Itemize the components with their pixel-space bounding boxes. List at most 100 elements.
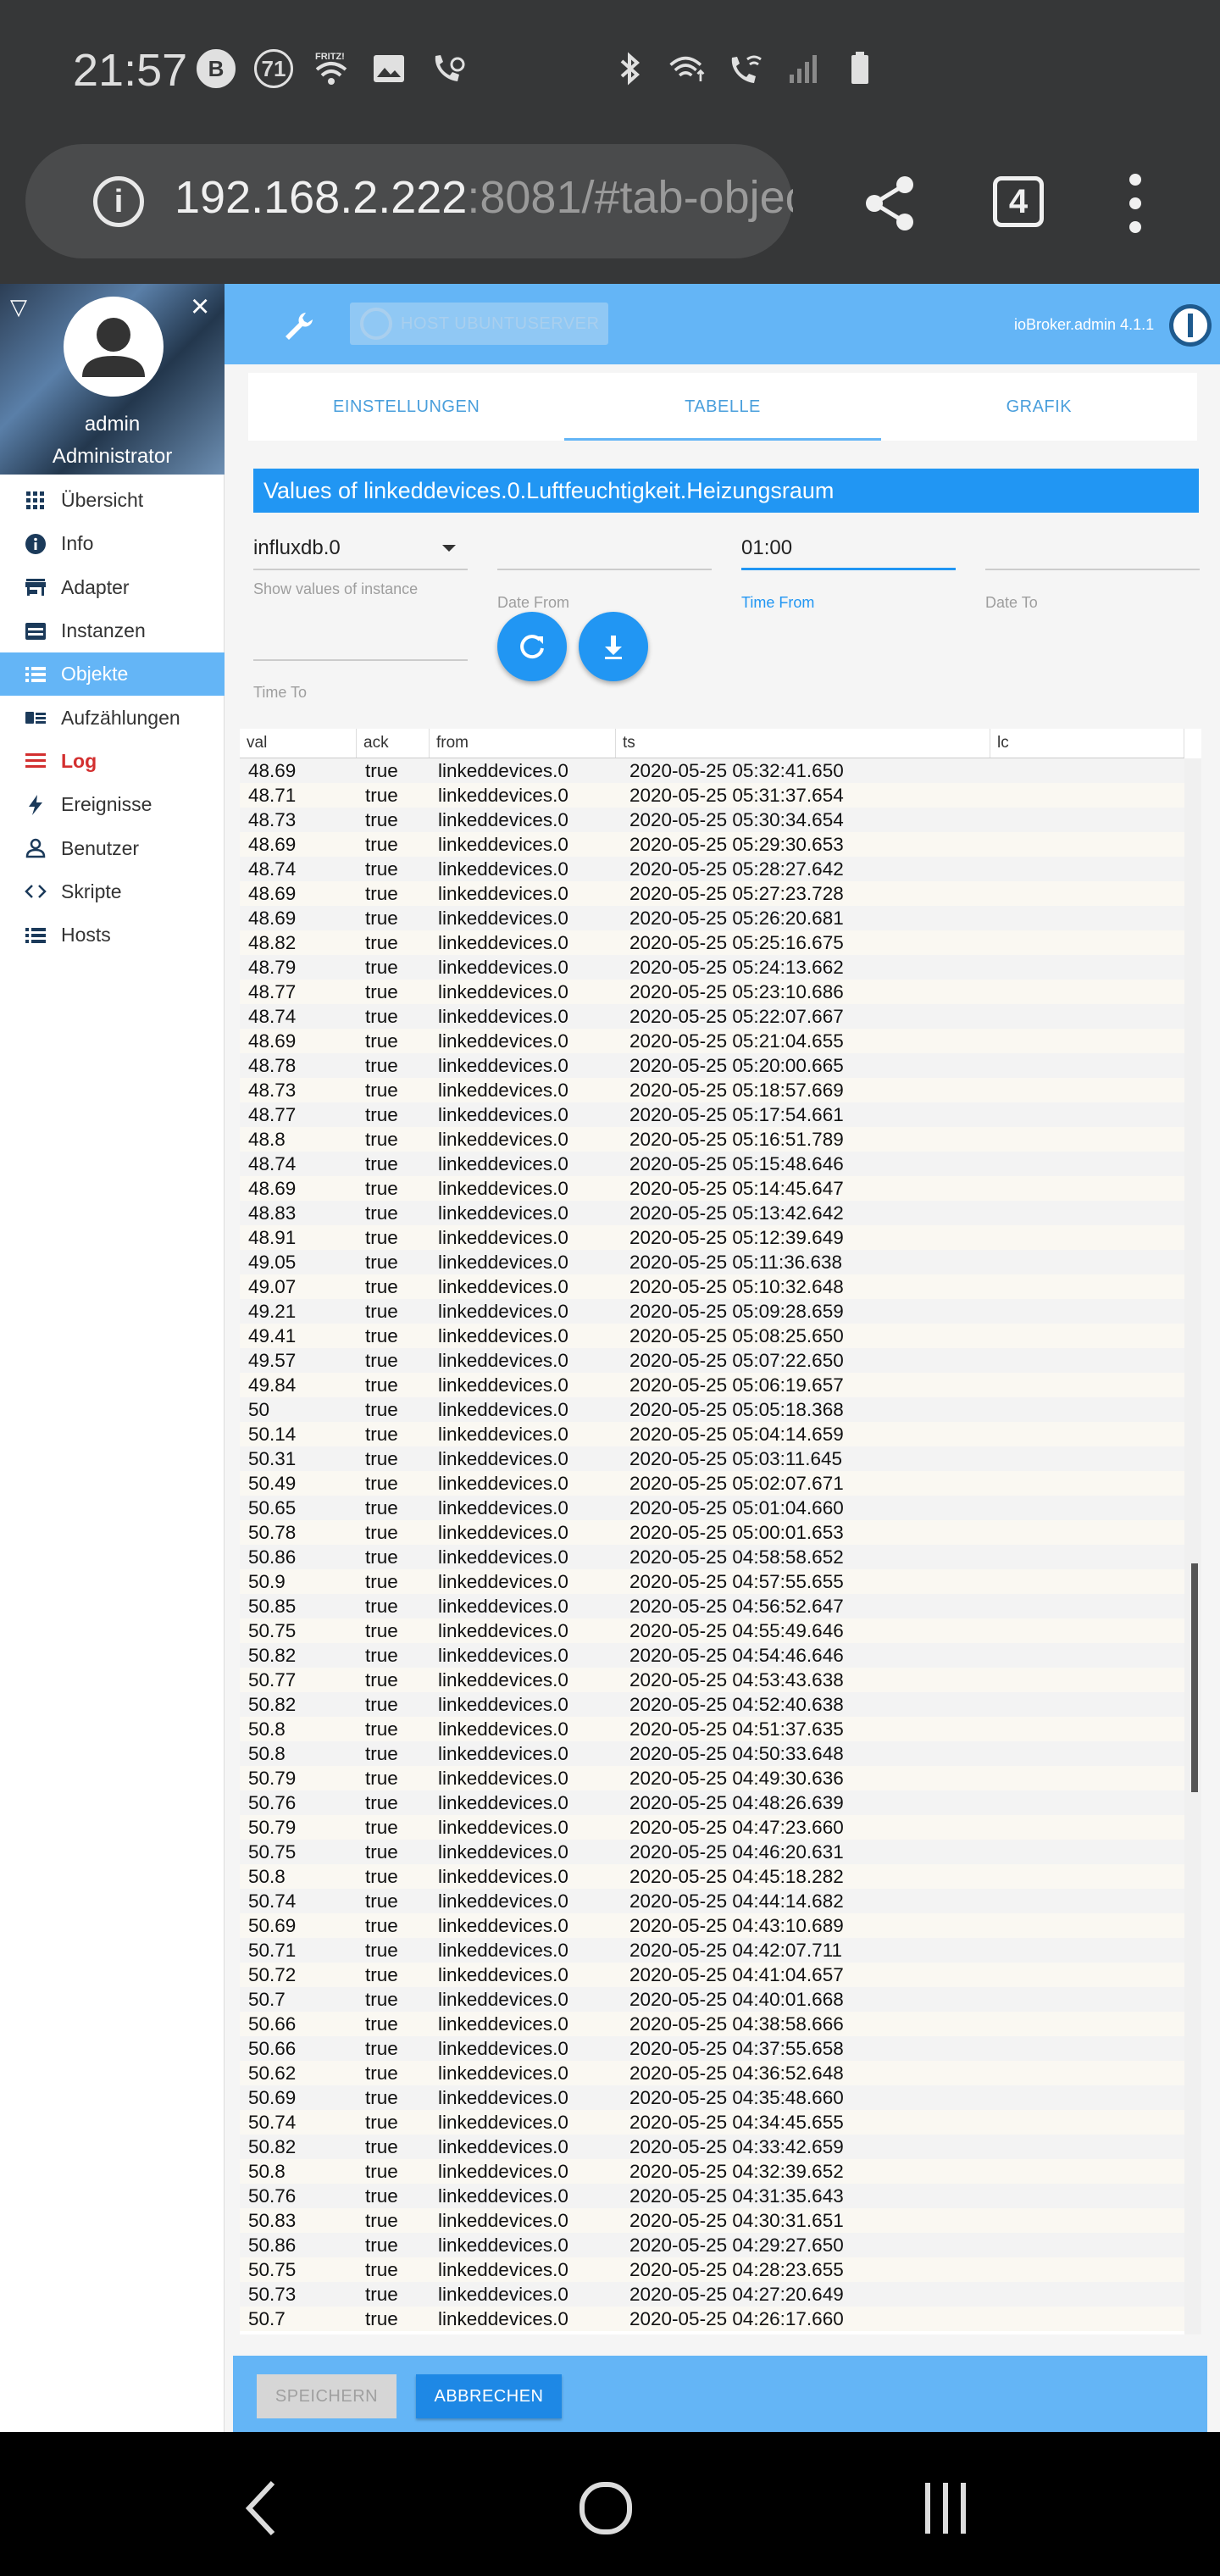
table-row[interactable]: 48.69 true linkeddevices.0 2020-05-25 05:32… [240,758,1184,783]
table-row[interactable]: 48.69 true linkeddevices.0 2020-05-25 05:26… [240,906,1184,930]
tab-grafik[interactable]: GRAFIK [881,373,1197,441]
tab-switcher-button[interactable]: 4 [993,176,1044,227]
url-text[interactable]: 192.168.2.222:8081/#tab-objects [175,171,793,224]
table-row[interactable]: 50.83 true linkeddevices.0 2020-05-25 04:30… [240,2208,1184,2233]
close-icon[interactable]: × [191,289,209,325]
table-row[interactable]: 49.07 true linkeddevices.0 2020-05-25 05:10… [240,1274,1184,1299]
table-row[interactable]: 48.69 true linkeddevices.0 2020-05-25 05:14… [240,1176,1184,1201]
table-row[interactable]: 48.73 true linkeddevices.0 2020-05-25 05:30… [240,808,1184,832]
sidebar-item-aufzaehlungen[interactable]: Aufzählungen [0,696,225,739]
table-row[interactable]: 50.79 true linkeddevices.0 2020-05-25 04:47… [240,1815,1184,1840]
table-row[interactable]: 50.74 true linkeddevices.0 2020-05-25 04:34… [240,2110,1184,2135]
date-from-input[interactable] [497,536,712,570]
sidebar-item-benutzer[interactable]: Benutzer [0,826,225,869]
table-row[interactable]: 48.83 true linkeddevices.0 2020-05-25 05:13… [240,1201,1184,1225]
table-row[interactable]: 49.21 true linkeddevices.0 2020-05-25 05:09… [240,1299,1184,1324]
table-row[interactable]: 50.82 true linkeddevices.0 2020-05-25 04:52… [240,1692,1184,1717]
table-row[interactable]: 48.77 true linkeddevices.0 2020-05-25 05:17… [240,1102,1184,1127]
address-bar[interactable]: i 192.168.2.222:8081/#tab-objects [25,144,793,258]
table-row[interactable]: 50.78 true linkeddevices.0 2020-05-25 05:00… [240,1520,1184,1545]
table-row[interactable]: 50.8 true linkeddevices.0 2020-05-25 04:50:… [240,1741,1184,1766]
column-header-ack[interactable]: ack [357,729,430,758]
table-row[interactable]: 50.7 true linkeddevices.0 2020-05-25 04:40:… [240,1987,1184,2012]
table-row[interactable]: 50.82 true linkeddevices.0 2020-05-25 04:33… [240,2135,1184,2159]
table-row[interactable]: 49.05 true linkeddevices.0 2020-05-25 05:11… [240,1250,1184,1274]
browser-menu-icon[interactable] [1127,174,1144,233]
avatar[interactable] [64,297,164,397]
iobroker-logo-icon[interactable] [1169,304,1212,347]
table-row[interactable]: 50.7 true linkeddevices.0 2020-05-25 04:26:… [240,2307,1184,2331]
table-row[interactable]: 50.31 true linkeddevices.0 2020-05-25 05:03… [240,1446,1184,1471]
table-row[interactable]: 50.65 true linkeddevices.0 2020-05-25 05:01… [240,1496,1184,1520]
table-row[interactable]: 50 true linkeddevices.0 2020-05-25 05:05:18… [240,1397,1184,1422]
table-row[interactable]: 48.79 true linkeddevices.0 2020-05-25 05:24… [240,955,1184,980]
recents-icon[interactable] [922,2481,969,2535]
sidebar-item-skripte[interactable]: Skripte [0,870,225,913]
scrollbar-thumb[interactable] [1191,1563,1198,1792]
sidebar-item-log[interactable]: Log [0,740,225,783]
table-row[interactable]: 50.69 true linkeddevices.0 2020-05-25 04:35… [240,2085,1184,2110]
table-row[interactable]: 50.76 true linkeddevices.0 2020-05-25 04:48… [240,1790,1184,1815]
download-button[interactable] [579,612,648,681]
table-row[interactable]: 50.9 true linkeddevices.0 2020-05-25 04:57:… [240,1569,1184,1594]
table-row[interactable]: 50.71 true linkeddevices.0 2020-05-25 04:42… [240,1938,1184,1963]
column-header-lc[interactable]: lc [990,729,1184,758]
table-row[interactable]: 49.84 true linkeddevices.0 2020-05-25 05:06… [240,1373,1184,1397]
table-row[interactable]: 48.74 true linkeddevices.0 2020-05-25 05:15… [240,1152,1184,1176]
table-row[interactable]: 48.74 true linkeddevices.0 2020-05-25 05:22… [240,1004,1184,1029]
host-selector-button[interactable]: HOST UBUNTUSERVER [350,303,608,345]
table-row[interactable]: 50.8 true linkeddevices.0 2020-05-25 04:32:… [240,2159,1184,2184]
table-row[interactable]: 48.73 true linkeddevices.0 2020-05-25 05:18… [240,1078,1184,1102]
back-icon[interactable] [239,2479,281,2538]
table-row[interactable]: 48.69 true linkeddevices.0 2020-05-25 05:27… [240,881,1184,906]
column-header-ts[interactable]: ts [616,729,990,758]
date-to-input[interactable] [985,536,1200,570]
table-row[interactable]: 48.91 true linkeddevices.0 2020-05-25 05:12… [240,1225,1184,1250]
table-row[interactable]: 50.86 true linkeddevices.0 2020-05-25 04:29… [240,2233,1184,2257]
instance-select[interactable]: influxdb.0 [253,536,468,570]
table-row[interactable]: 50.8 true linkeddevices.0 2020-05-25 04:45:… [240,1864,1184,1889]
table-row[interactable]: 50.79 true linkeddevices.0 2020-05-25 04:49… [240,1766,1184,1790]
table-row[interactable]: 50.86 true linkeddevices.0 2020-05-25 04:58… [240,1545,1184,1569]
time-from-input[interactable]: 01:00 [741,536,956,570]
table-row[interactable]: 49.57 true linkeddevices.0 2020-05-25 05:07… [240,1348,1184,1373]
table-row[interactable]: 48.8 true linkeddevices.0 2020-05-25 05:16:… [240,1127,1184,1152]
save-button[interactable]: SPEICHERN [257,2374,396,2418]
cancel-button[interactable]: ABBRECHEN [416,2374,562,2418]
share-icon[interactable] [856,169,923,237]
table-row[interactable]: 49.41 true linkeddevices.0 2020-05-25 05:08… [240,1324,1184,1348]
sidebar-item-adapter[interactable]: Adapter [0,566,225,609]
table-scrollbar[interactable] [1184,758,1201,2334]
table-row[interactable]: 50.49 true linkeddevices.0 2020-05-25 05:02… [240,1471,1184,1496]
table-row[interactable]: 48.82 true linkeddevices.0 2020-05-25 05:25… [240,930,1184,955]
tab-einstellungen[interactable]: EINSTELLUNGEN [248,373,564,441]
table-row[interactable]: 48.69 true linkeddevices.0 2020-05-25 05:29… [240,832,1184,857]
collapse-triangle-icon[interactable]: ▽ [10,294,27,320]
column-header-val[interactable]: val [240,729,357,758]
wrench-icon[interactable] [282,309,316,343]
table-row[interactable]: 50.76 true linkeddevices.0 2020-05-25 04:31… [240,2184,1184,2208]
tab-tabelle[interactable]: TABELLE [564,373,881,441]
home-icon[interactable] [576,2479,635,2538]
table-row[interactable]: 50.8 true linkeddevices.0 2020-05-25 04:51:… [240,1717,1184,1741]
site-info-icon[interactable]: i [93,176,144,227]
table-row[interactable]: 50.75 true linkeddevices.0 2020-05-25 04:55… [240,1618,1184,1643]
refresh-button[interactable] [497,612,567,681]
table-row[interactable]: 50.85 true linkeddevices.0 2020-05-25 04:56… [240,1594,1184,1618]
table-row[interactable]: 48.71 true linkeddevices.0 2020-05-25 05:31… [240,783,1184,808]
table-row[interactable]: 50.73 true linkeddevices.0 2020-05-25 04:27… [240,2282,1184,2307]
table-row[interactable]: 48.74 true linkeddevices.0 2020-05-25 05:28… [240,857,1184,881]
table-row[interactable]: 50.66 true linkeddevices.0 2020-05-25 04:37… [240,2036,1184,2061]
table-row[interactable]: 50.66 true linkeddevices.0 2020-05-25 04:38… [240,2012,1184,2036]
sidebar-item-uebersicht[interactable]: Übersicht [0,479,225,522]
sidebar-item-ereignisse[interactable]: Ereignisse [0,783,225,826]
table-row[interactable]: 50.77 true linkeddevices.0 2020-05-25 04:53… [240,1668,1184,1692]
table-row[interactable]: 50.62 true linkeddevices.0 2020-05-25 04:36… [240,2061,1184,2085]
table-row[interactable]: 50.75 true linkeddevices.0 2020-05-25 04:46… [240,1840,1184,1864]
sidebar-item-instanzen[interactable]: Instanzen [0,609,225,652]
table-row[interactable]: 48.78 true linkeddevices.0 2020-05-25 05:20… [240,1053,1184,1078]
table-row[interactable]: 50.14 true linkeddevices.0 2020-05-25 05:04… [240,1422,1184,1446]
table-row[interactable]: 48.77 true linkeddevices.0 2020-05-25 05:23… [240,980,1184,1004]
sidebar-item-info[interactable]: Info [0,522,225,565]
time-to-input[interactable] [253,627,468,661]
